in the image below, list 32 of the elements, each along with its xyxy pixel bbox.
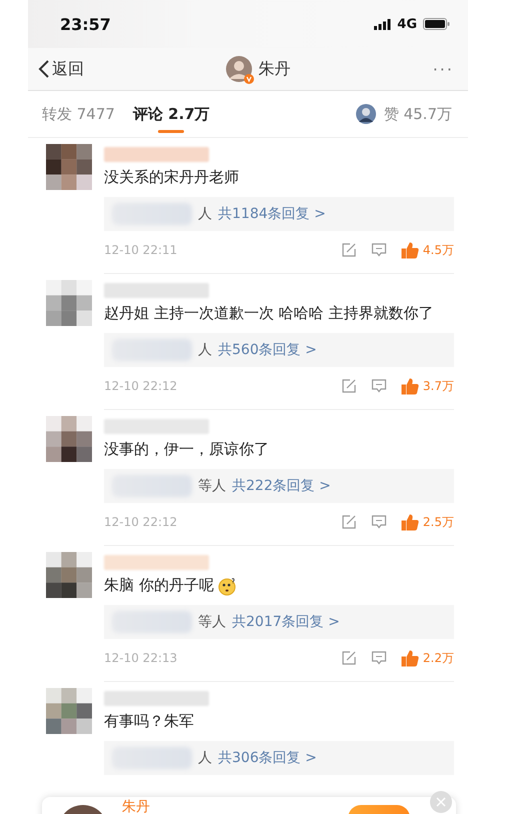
- network-type: 4G: [397, 16, 417, 32]
- like-button[interactable]: 4.5万: [400, 242, 454, 258]
- reply-users: 等人: [198, 477, 226, 495]
- comment-text: 赵丹姐 主持一次道歉一次 哈哈哈 主持界就数你了: [104, 303, 434, 324]
- profile-name[interactable]: 朱丹: [122, 798, 150, 814]
- comment-text: 朱脑 你的丹子呢: [104, 575, 214, 596]
- comment-time: 12-10 22:12: [104, 379, 178, 393]
- back-button[interactable]: 返回: [38, 58, 84, 80]
- reply-users: 人: [198, 205, 212, 223]
- clock: 23:57: [60, 14, 111, 34]
- more-button[interactable]: ···: [432, 60, 454, 78]
- like-button[interactable]: 3.7万: [400, 378, 454, 394]
- comment-text: 有事吗？朱军: [104, 711, 194, 732]
- view-replies-link[interactable]: 共222条回复 >: [232, 477, 331, 495]
- reply-users: 人: [198, 341, 212, 359]
- like-button[interactable]: 2.5万: [400, 514, 454, 530]
- reply-users: 等人: [198, 613, 226, 631]
- likes-tab[interactable]: 赞 45.7万: [384, 91, 452, 137]
- comment-text: 没事的，伊一，原谅你了: [104, 439, 269, 460]
- view-replies-link[interactable]: 共306条回复 >: [218, 749, 317, 767]
- comment-time: 12-10 22:12: [104, 515, 178, 529]
- like-button[interactable]: 2.2万: [400, 650, 454, 666]
- comment-text: 没关系的宋丹丹老师: [104, 167, 239, 188]
- view-replies-link[interactable]: 共1184条回复 >: [218, 205, 326, 223]
- tab[interactable]: 转发 7477: [42, 91, 115, 137]
- tab[interactable]: 评论 2.7万: [132, 91, 210, 137]
- reply-users: 人: [198, 749, 212, 767]
- profile-name[interactable]: 朱丹: [258, 58, 290, 80]
- view-replies-link[interactable]: 共560条回复 >: [218, 341, 317, 359]
- comment-time: 12-10 22:13: [104, 651, 178, 665]
- view-replies-link[interactable]: 共2017条回复 >: [232, 613, 340, 631]
- comment-time: 12-10 22:11: [104, 243, 178, 257]
